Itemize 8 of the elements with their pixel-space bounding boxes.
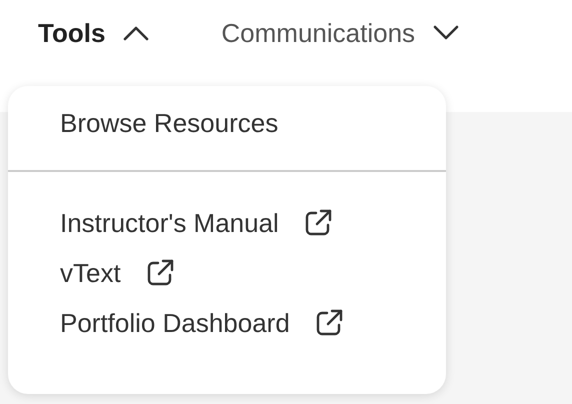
- menu-item[interactable]: Instructor's Manual: [8, 198, 446, 248]
- nav-menu-button[interactable]: Communications: [221, 14, 460, 52]
- menu-item[interactable]: Browse Resources: [8, 98, 446, 148]
- menu-item[interactable]: vText: [8, 248, 446, 298]
- menu-item[interactable]: Portfolio Dashboard: [8, 298, 446, 348]
- chevron-up-icon: [123, 25, 150, 41]
- chevron-down-icon: [433, 25, 460, 41]
- nav-menu-button[interactable]: Tools: [38, 14, 150, 52]
